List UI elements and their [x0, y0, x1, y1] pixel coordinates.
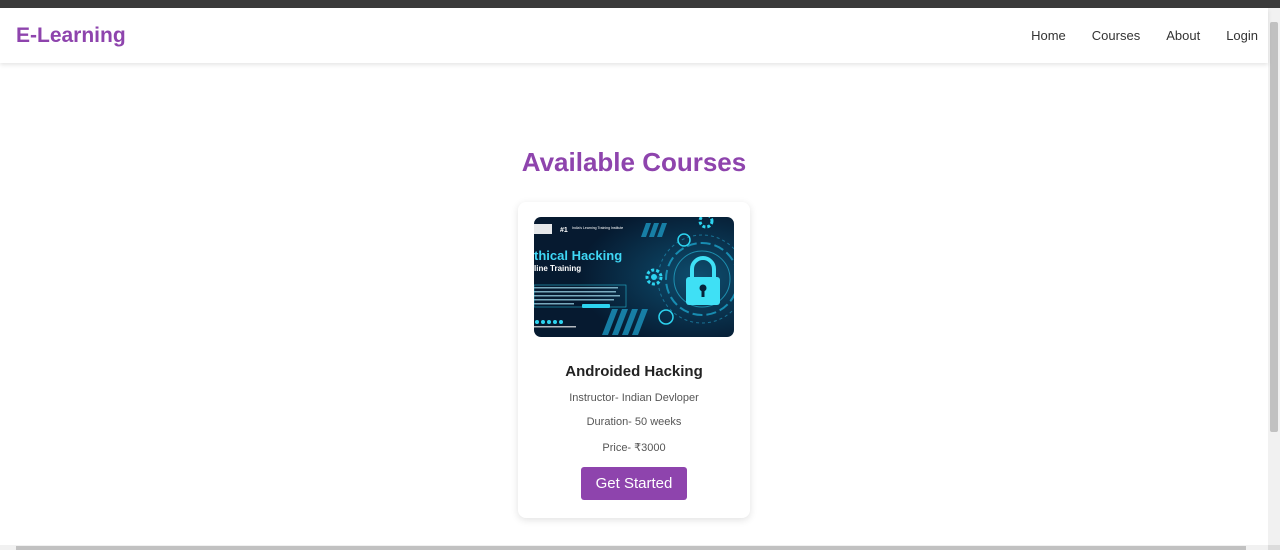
badge-rank: #1 — [560, 227, 568, 234]
course-title: Androided Hacking — [565, 363, 703, 380]
nav-link-login[interactable]: Login — [1226, 28, 1258, 43]
scrollbar-corner — [1268, 545, 1280, 550]
navbar: E-Learning Home Courses About Login — [0, 8, 1268, 63]
main-content: Available Courses #1 India's Learning Tr… — [0, 63, 1268, 545]
institute-logo — [534, 224, 552, 234]
nav-links: Home Courses About Login — [1005, 28, 1258, 43]
browser-top-strip — [0, 0, 1280, 8]
nav-link-about[interactable]: About — [1166, 28, 1200, 43]
course-price: Price- ₹3000 — [602, 442, 666, 454]
course-card: #1 India's Learning Training Institute t… — [518, 202, 750, 518]
course-thumbnail: #1 India's Learning Training Institute t… — [534, 217, 734, 337]
section-title: Available Courses — [521, 147, 747, 177]
vertical-scrollbar-thumb[interactable] — [1270, 22, 1278, 432]
course-banner-image: #1 India's Learning Training Institute t… — [534, 217, 734, 337]
badge-text: India's Learning Training Institute — [572, 226, 623, 230]
vertical-scrollbar[interactable] — [1268, 8, 1280, 545]
course-instructor: Instructor- Indian Devloper — [569, 392, 699, 404]
horizontal-scrollbar-thumb[interactable] — [16, 546, 1246, 550]
nav-link-home[interactable]: Home — [1031, 28, 1066, 43]
horizontal-scrollbar[interactable] — [0, 545, 1268, 550]
brand-logo[interactable]: E-Learning — [16, 24, 126, 48]
get-started-button[interactable]: Get Started — [581, 467, 687, 500]
course-duration: Duration- 50 weeks — [586, 416, 682, 428]
banner-url — [534, 326, 576, 328]
banner-headline: thical Hacking — [534, 248, 622, 263]
nav-link-courses[interactable]: Courses — [1092, 28, 1140, 43]
banner-cta — [582, 304, 610, 308]
banner-subheadline: line Training — [534, 264, 581, 273]
